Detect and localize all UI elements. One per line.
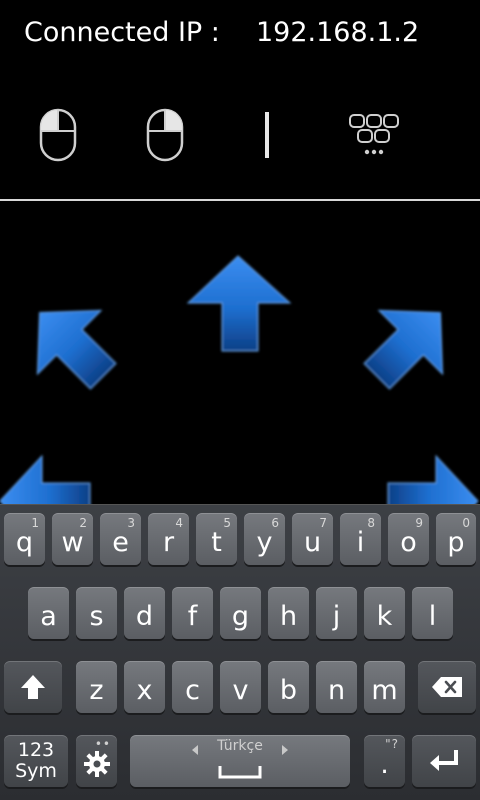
connected-ip-label: Connected IP : <box>24 17 220 48</box>
arrow-left-icon[interactable] <box>0 454 91 504</box>
key-label: c <box>185 674 200 706</box>
key-label: l <box>428 600 437 632</box>
soft-keyboard: 1q 2w 3e 4r 5t 6y 7u 8i 9o 0p a s d f g … <box>0 504 480 800</box>
key-q[interactable]: 1q <box>4 513 45 565</box>
mic-hint-icon: •• <box>94 737 111 751</box>
mouse-right-click-icon <box>146 108 184 162</box>
key-number-hint: 8 <box>367 516 375 530</box>
trackpad-area[interactable] <box>0 201 480 504</box>
key-e[interactable]: 3e <box>100 513 141 565</box>
symbols-key[interactable]: 123 Sym <box>4 735 68 787</box>
key-n[interactable]: n <box>316 661 357 713</box>
key-y[interactable]: 6y <box>244 513 285 565</box>
key-number-hint: 6 <box>271 516 279 530</box>
shift-arrow-icon <box>21 675 45 699</box>
key-number-hint: 5 <box>223 516 231 530</box>
key-label: n <box>327 674 346 706</box>
key-label: x <box>136 674 153 706</box>
key-a[interactable]: a <box>28 587 69 639</box>
backspace-key[interactable] <box>418 661 476 713</box>
keypad-icon <box>349 114 399 155</box>
key-number-hint: 2 <box>79 516 87 530</box>
keypad-button[interactable] <box>344 105 404 165</box>
key-label: h <box>279 600 298 632</box>
key-z[interactable]: z <box>76 661 117 713</box>
key-number-hint: 1 <box>31 516 39 530</box>
key-number-hint: 4 <box>175 516 183 530</box>
key-o[interactable]: 9o <box>388 513 429 565</box>
key-label: v <box>232 674 249 706</box>
key-label: t <box>211 526 222 558</box>
key-label: z <box>89 674 104 706</box>
symbols-key-bottom-label: Sym <box>15 760 57 782</box>
text-input-button[interactable] <box>237 105 297 165</box>
key-label: e <box>112 526 129 558</box>
key-h[interactable]: h <box>268 587 309 639</box>
key-x[interactable]: x <box>124 661 165 713</box>
mouse-left-click-icon <box>39 108 77 162</box>
enter-arrow-icon <box>430 750 458 771</box>
key-label: m <box>371 674 398 706</box>
arrow-right-icon[interactable] <box>387 454 479 504</box>
key-c[interactable]: c <box>172 661 213 713</box>
key-label: f <box>187 600 198 632</box>
key-p[interactable]: 0p <box>436 513 476 565</box>
key-label: r <box>162 526 175 558</box>
key-label: o <box>400 526 417 558</box>
key-label: w <box>61 526 84 558</box>
enter-key[interactable] <box>412 735 476 787</box>
key-g[interactable]: g <box>220 587 261 639</box>
key-f[interactable]: f <box>172 587 213 639</box>
text-cursor-icon <box>265 112 269 158</box>
space-key[interactable]: Türkçe <box>130 735 350 787</box>
key-number-hint: 0 <box>462 516 470 530</box>
backspace-icon <box>432 677 462 697</box>
connection-header: Connected IP : 192.168.1.2 <box>0 0 480 200</box>
key-w[interactable]: 2w <box>52 513 93 565</box>
key-label: g <box>231 600 250 632</box>
arrow-up-right-icon[interactable] <box>345 281 472 408</box>
symbols-key-top-label: 123 <box>17 739 55 761</box>
key-label: q <box>15 526 34 558</box>
key-label: b <box>279 674 298 706</box>
key-number-hint: 7 <box>319 516 327 530</box>
key-label: p <box>447 526 465 558</box>
key-label: j <box>332 600 341 632</box>
key-number-hint: 9 <box>415 516 423 530</box>
key-d[interactable]: d <box>124 587 165 639</box>
key-k[interactable]: k <box>364 587 405 639</box>
settings-key[interactable]: •• <box>76 735 117 787</box>
left-click-button[interactable] <box>28 105 88 165</box>
shift-key[interactable] <box>4 661 62 713</box>
key-label: d <box>135 600 154 632</box>
arrow-up-left-icon[interactable] <box>8 281 135 408</box>
key-l[interactable]: l <box>412 587 453 639</box>
key-number-hint: 3 <box>127 516 135 530</box>
key-label: k <box>376 600 393 632</box>
period-key[interactable]: "? . <box>364 735 405 787</box>
key-label: i <box>356 526 365 558</box>
key-t[interactable]: 5t <box>196 513 237 565</box>
key-u[interactable]: 7u <box>292 513 333 565</box>
key-m[interactable]: m <box>364 661 405 713</box>
right-click-button[interactable] <box>135 105 195 165</box>
arrow-up-icon[interactable] <box>186 255 292 352</box>
key-s[interactable]: s <box>76 587 117 639</box>
key-label: s <box>89 600 104 632</box>
connected-ip-value: 192.168.1.2 <box>256 17 420 48</box>
gear-icon <box>83 751 110 777</box>
key-i[interactable]: 8i <box>340 513 381 565</box>
key-label: u <box>303 526 322 558</box>
key-v[interactable]: v <box>220 661 261 713</box>
key-label: . <box>380 748 389 780</box>
key-label: a <box>40 600 57 632</box>
key-label: y <box>256 526 273 558</box>
period-key-hint: "? <box>385 737 399 751</box>
space-bar-icon <box>218 766 262 779</box>
key-b[interactable]: b <box>268 661 309 713</box>
language-switch-arrows-icon <box>192 745 288 755</box>
key-j[interactable]: j <box>316 587 357 639</box>
key-r[interactable]: 4r <box>148 513 189 565</box>
